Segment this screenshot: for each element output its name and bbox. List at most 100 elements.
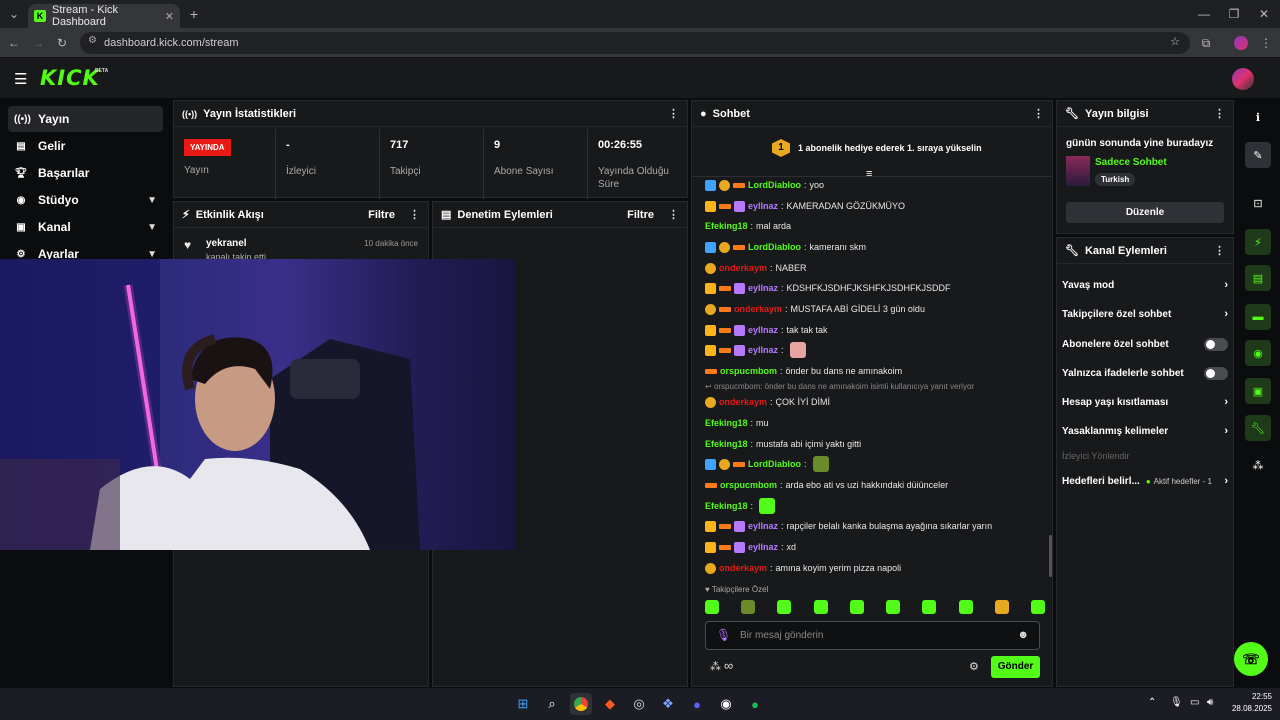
chat-filter-icon[interactable]: ≡ [866,168,872,180]
moderation-rail-icon[interactable]: ▣ [1245,378,1271,404]
chat-message[interactable]: eyllnaz: xd [705,539,796,555]
microphone-tray-icon[interactable]: 🎙︎ [1170,697,1183,708]
send-button[interactable]: Gönder [991,656,1040,678]
tray-chevron-icon[interactable]: ⌃ [1148,697,1156,708]
chat-message[interactable]: eyllnaz: rapçiler belalı kanka bulaşma ay… [705,518,992,534]
brave-icon[interactable]: ◆ [599,693,621,715]
chat-username[interactable]: LordDiabloo [748,242,801,252]
more-options-icon[interactable]: ⋮ [668,208,679,221]
edit-pencil-icon[interactable]: ✎ [1245,142,1271,168]
kick-points-icon[interactable]: ⁂ [710,660,721,673]
stats-card-icon[interactable]: ▤ [1245,265,1271,291]
minimize-icon[interactable]: — [1196,6,1212,22]
hamburger-menu-icon[interactable]: ☰ [14,70,27,88]
chat-username[interactable]: eyllnaz [748,345,778,355]
emote-shortcut-icon[interactable] [922,600,937,614]
emote-shortcut-icon[interactable] [886,600,901,614]
more-rail-icon[interactable]: ⁂ [1245,452,1271,478]
chat-message[interactable]: onderkaym: amına koyim yerim pizza napoli [705,560,901,576]
forward-icon[interactable]: → [30,35,46,51]
steam-icon[interactable]: ◉ [715,693,737,715]
action-banned-words[interactable]: Yasaklanmış kelimeler › [1062,421,1228,441]
more-options-icon[interactable]: ⋮ [668,107,679,120]
chat-username[interactable]: orspucmbom [720,480,777,490]
more-options-icon[interactable]: ⋮ [1033,107,1044,120]
chat-message[interactable]: LordDiabloo: [705,456,829,472]
emote-shortcut-icon[interactable] [1030,600,1045,614]
close-window-icon[interactable]: ✕ [1256,6,1272,22]
chat-username[interactable]: eyllnaz [748,201,778,211]
user-avatar[interactable] [1232,68,1254,90]
chat-message[interactable]: onderkaym: ÇOK İYİ DİMİ [705,394,830,410]
sidebar-item-studio[interactable]: ◉ Stüdyo ▼ [8,187,163,213]
chat-message[interactable]: eyllnaz: [705,342,806,358]
more-options-icon[interactable]: ⋮ [1214,244,1225,257]
sidebar-item-channel[interactable]: ▣ Kanal ▼ [8,214,163,240]
chat-message[interactable]: onderkaym: MUSTAFA ABİ GİDELİ 3 gün oldu [705,301,925,317]
chat-username[interactable]: Efeking18 [705,418,748,428]
action-emote-only[interactable]: Yalnızca ifadelerle sohbet [1062,363,1228,383]
chat-username[interactable]: onderkaym [734,304,782,314]
chat-message-input[interactable]: 🎙︎ Bir mesaj gönderin ☻ [705,621,1040,650]
info-icon[interactable]: ℹ [1245,104,1271,130]
quick-actions-icon[interactable]: ⚡︎ [1245,229,1271,255]
chat-username[interactable]: eyllnaz [748,325,778,335]
chat-message[interactable]: Efeking18: mustafa abi içimi yaktı gitti [705,436,861,452]
category-link[interactable]: Sadece Sohbet [1095,157,1167,168]
back-icon[interactable]: ← [6,35,22,51]
sidebar-item-achievements[interactable]: 🏆︎ Başarılar [8,160,163,186]
screen-capture-icon[interactable]: ⊡ [1245,190,1271,216]
chat-message[interactable]: orspucmbom: önder bu dans ne amınakoim [705,363,902,379]
network-icon[interactable]: ▭ [1190,697,1199,708]
chat-username[interactable]: eyllnaz [748,283,778,293]
chat-message[interactable]: Efeking18: mal arda [705,218,791,234]
extensions-icon[interactable]: ⧉ [1198,35,1214,51]
chat-username[interactable]: eyllnaz [748,521,778,531]
reload-icon[interactable]: ↻ [54,35,70,51]
emote-shortcut-icon[interactable] [994,600,1009,614]
chat-message[interactable]: eyllnaz: tak tak tak [705,322,828,338]
filter-button[interactable]: Filtre [368,209,395,221]
action-account-age[interactable]: Hesap yaşı kısıtlaması › [1062,392,1228,412]
chat-message[interactable]: eyllnaz: KDSHFKJSDHFJKSHFKJSDHFKJSDDF [705,280,951,296]
chat-username[interactable]: LordDiabloo [748,459,801,469]
edit-stream-info-button[interactable]: Düzenle [1066,202,1224,223]
chat-scrollbar[interactable] [1049,535,1052,577]
emote-only-toggle[interactable] [1204,366,1228,380]
volume-icon[interactable]: 🔊︎ [1207,697,1213,708]
browser-tab[interactable]: K Stream - Kick Dashboard ✕ [28,4,180,28]
chat-username[interactable]: onderkaym [719,563,767,573]
action-goals[interactable]: Hedefleri belirl... ● Aktif hedefler - 1… [1062,471,1228,491]
chat-username[interactable]: onderkaym [719,263,767,273]
sidebar-item-revenue[interactable]: ▤ Gelir [8,133,163,159]
maximize-icon[interactable]: ❐ [1226,6,1242,22]
chat-message[interactable]: LordDiabloo: kameranı skm [705,239,866,255]
microphone-icon[interactable]: 🎙︎ [716,628,731,642]
action-subscribers-only[interactable]: Abonelere özel sohbet [1062,334,1228,354]
support-chat-icon[interactable]: ☏ [1234,642,1268,676]
emote-shortcut-icon[interactable] [958,600,973,614]
tab-close-icon[interactable]: ✕ [165,10,174,23]
emote-shortcut-icon[interactable] [777,600,792,614]
chat-rail-icon[interactable]: ▬ [1245,304,1271,330]
action-followers-only[interactable]: Takipçilere özel sohbet › [1062,304,1228,324]
new-tab-icon[interactable]: + [186,6,202,22]
chat-message[interactable]: onderkaym: NABER [705,260,807,276]
chat-username[interactable]: LordDiabloo [748,180,801,190]
chat-message[interactable]: LordDiabloo: yoo [705,177,824,193]
stream-video-preview[interactable] [0,259,515,550]
chat-settings-icon[interactable]: ⚙ [969,660,979,673]
chat-username[interactable]: Efeking18 [705,501,748,511]
chat-username[interactable]: Efeking18 [705,221,748,231]
chat-username[interactable]: Efeking18 [705,439,748,449]
bookmark-star-icon[interactable]: ☆ [1170,35,1180,48]
windows-start-icon[interactable]: ⊞ [512,693,534,715]
obs-icon[interactable]: ◎ [628,693,650,715]
chrome-icon[interactable] [570,693,592,715]
profile-avatar[interactable] [1234,36,1248,50]
chat-message[interactable]: eyllnaz: KAMERADAN GÖZÜKMÜYO [705,198,905,214]
site-info-icon[interactable]: ⚙ [88,35,97,46]
chat-message[interactable]: Efeking18: [705,498,776,514]
spotify-icon[interactable]: ● [744,693,766,715]
chat-username[interactable]: onderkaym [719,397,767,407]
